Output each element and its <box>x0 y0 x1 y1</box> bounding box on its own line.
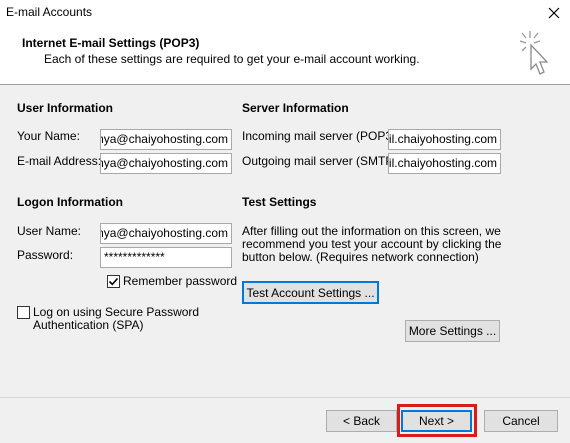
outgoing-server-input[interactable]: mail.chaiyohosting.com <box>388 153 501 174</box>
remember-password-checkbox[interactable] <box>107 275 120 288</box>
close-button[interactable] <box>538 0 570 25</box>
test-account-settings-button[interactable]: Test Account Settings ... <box>242 281 379 304</box>
your-name-label: Your Name: <box>17 129 80 143</box>
remember-password-label: Remember password <box>123 274 238 288</box>
spa-label-line2: Authentication (SPA) <box>33 318 144 332</box>
test-description-line1: After filling out the information on thi… <box>242 224 501 238</box>
your-name-input[interactable]: runya@chaiyohosting.com <box>100 129 232 150</box>
close-icon <box>548 7 560 18</box>
dialog-header: Internet E-mail Settings (POP3) Each of … <box>0 25 570 85</box>
cursor-click-icon <box>519 31 549 75</box>
more-settings-button[interactable]: More Settings ... <box>405 320 500 342</box>
email-address-input[interactable]: runya@chaiyohosting.com <box>100 153 232 174</box>
spa-label-line1: Log on using Secure Password <box>33 305 200 319</box>
outgoing-server-label: Outgoing mail server (SMTP): <box>242 154 401 168</box>
checkmark-icon <box>108 277 119 286</box>
logon-info-heading: Logon Information <box>17 195 123 209</box>
test-description-line2: recommend you test your account by click… <box>242 237 502 251</box>
email-address-label: E-mail Address: <box>17 154 102 168</box>
next-button[interactable]: Next > <box>401 410 472 432</box>
header-title: Internet E-mail Settings (POP3) <box>22 36 200 50</box>
user-info-heading: User Information <box>17 101 114 115</box>
user-name-input[interactable]: runya@chaiyohosting.com <box>100 223 232 244</box>
title-bar: E-mail Accounts <box>0 0 570 25</box>
back-button[interactable]: < Back <box>326 410 397 432</box>
password-input[interactable]: ************* <box>100 247 232 268</box>
test-settings-heading: Test Settings <box>242 195 317 209</box>
cancel-button[interactable]: Cancel <box>484 410 558 432</box>
spa-checkbox[interactable] <box>17 306 30 319</box>
server-info-heading: Server Information <box>242 101 349 115</box>
footer-separator <box>0 397 570 398</box>
window-title: E-mail Accounts <box>6 5 93 19</box>
user-name-label: User Name: <box>17 224 82 238</box>
incoming-server-label: Incoming mail server (POP3): <box>242 129 400 143</box>
incoming-server-input[interactable]: mail.chaiyohosting.com <box>388 129 501 150</box>
password-label: Password: <box>17 248 74 262</box>
test-description-line3: button below. (Requires network connecti… <box>242 250 479 264</box>
header-subtitle: Each of these settings are required to g… <box>44 52 420 66</box>
